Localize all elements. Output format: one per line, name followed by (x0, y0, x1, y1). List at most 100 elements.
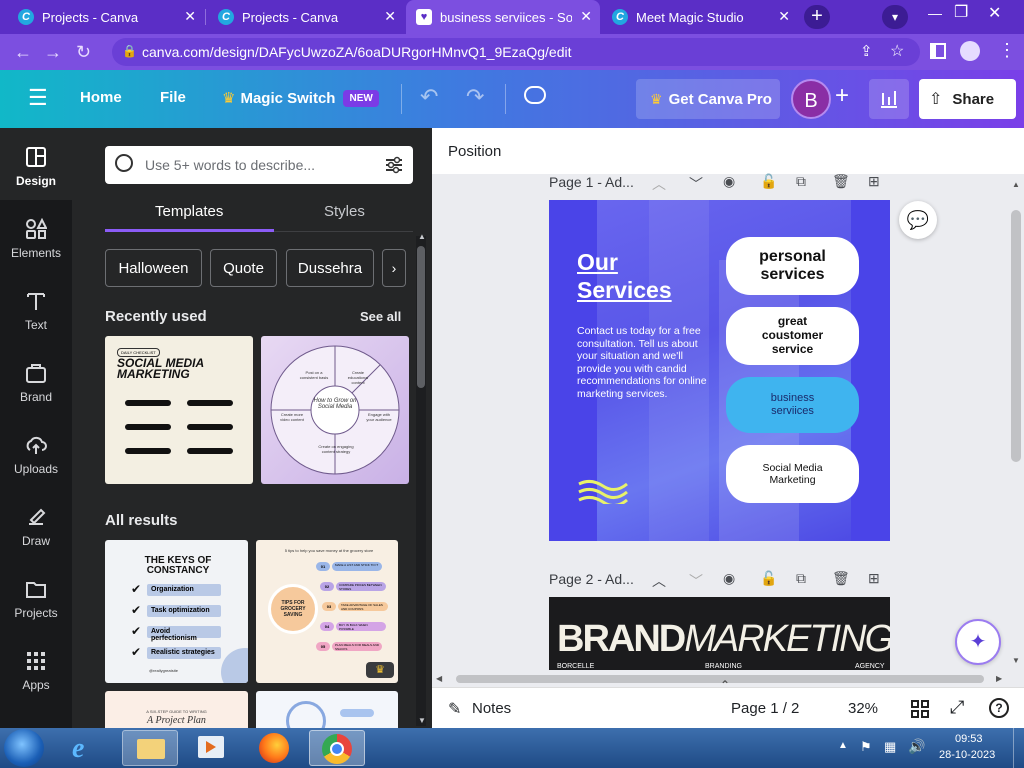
rail-item-elements[interactable]: Elements (0, 200, 72, 272)
browser-tab-active[interactable]: ♥ business serviices - Social ✕ (406, 0, 600, 34)
home-button[interactable]: Home (80, 89, 122, 106)
chip-quote[interactable]: Quote (210, 249, 277, 287)
clock-time[interactable]: 09:53 (955, 733, 983, 745)
bookmark-star-icon[interactable]: ☆ (890, 41, 904, 61)
show-hidden-icons-icon[interactable]: ▲ (838, 740, 848, 751)
restore-window-icon[interactable]: ❐ (954, 2, 968, 22)
pill-social-media-marketing[interactable]: Social Media Marketing (726, 445, 859, 503)
show-pages-chevron-icon[interactable]: ⌃ (720, 678, 730, 692)
design-page-2[interactable]: BRANDMARKETING BORCELLE BRANDING AGENCY (549, 597, 890, 670)
browser-tab[interactable]: C Meet Magic Studio ✕ (602, 0, 798, 34)
browser-tab[interactable]: C Projects - Canva ✕ (8, 0, 204, 34)
rail-item-design[interactable]: Design (0, 128, 72, 200)
redo-icon[interactable]: ↷ (466, 84, 484, 110)
page-down-chevron-icon[interactable]: ﹀ (689, 571, 703, 591)
grid-view-icon[interactable] (911, 700, 929, 718)
page-2-title[interactable]: Page 2 - Ad... (549, 571, 634, 587)
clock-date[interactable]: 28-10-2023 (939, 749, 995, 761)
profile-avatar-icon[interactable] (960, 41, 980, 61)
media-player-icon[interactable] (198, 736, 224, 758)
rail-item-text[interactable]: Text (0, 272, 72, 344)
undo-icon[interactable]: ↶ (420, 84, 438, 110)
notes-icon[interactable]: ✎ (448, 699, 461, 719)
action-center-icon[interactable]: ⚑ (860, 739, 872, 755)
rail-item-brand[interactable]: Brand (0, 344, 72, 416)
delete-page-icon[interactable]: 🗑 (832, 173, 850, 190)
volume-icon[interactable]: 🔊 (908, 738, 925, 755)
see-all-link[interactable]: See all (360, 309, 401, 324)
rail-item-draw[interactable]: Draw (0, 488, 72, 560)
rail-item-uploads[interactable]: Uploads (0, 416, 72, 488)
close-tab-icon[interactable]: ✕ (580, 8, 592, 25)
reload-icon[interactable]: ↻ (76, 43, 91, 61)
duplicate-page-icon[interactable]: ⧉ (796, 173, 806, 190)
pill-personal-services[interactable]: personal services (726, 237, 859, 295)
page-up-chevron-icon[interactable]: ︿ (652, 571, 666, 591)
new-tab-button[interactable]: + (804, 5, 830, 29)
canvas-vertical-scrollbar[interactable]: ▲ ▼ (1009, 180, 1023, 668)
file-menu-button[interactable]: File (160, 89, 186, 106)
back-arrow-icon[interactable]: ← (14, 43, 32, 61)
file-explorer-icon[interactable] (122, 730, 178, 766)
tab-search-chevron-icon[interactable]: ▾ (882, 5, 908, 29)
template-thumbnail-infographic[interactable] (256, 691, 398, 728)
scroll-up-icon[interactable]: ▲ (418, 232, 426, 241)
pill-customer-service[interactable]: great coustomer service (726, 307, 859, 365)
magic-switch-button[interactable]: ♛ Magic Switch NEW (222, 89, 379, 107)
delete-page-icon[interactable]: 🗑 (832, 570, 850, 587)
template-thumbnail-grocery-tips[interactable]: 5 tips to help you save money at the gro… (256, 540, 398, 683)
close-tab-icon[interactable]: ✕ (384, 8, 396, 25)
tab-styles[interactable]: Styles (324, 203, 365, 220)
template-thumbnail-keys-of-constancy[interactable]: THE KEYS OF CONSTANCY ✔ Organization ✔ T… (105, 540, 248, 683)
rail-item-projects[interactable]: Projects (0, 560, 72, 632)
internet-explorer-icon[interactable]: e (72, 733, 84, 765)
close-tab-icon[interactable]: ✕ (778, 8, 790, 25)
hide-page-eye-icon[interactable]: ◉ (723, 570, 735, 587)
minimize-window-icon[interactable]: — (928, 5, 942, 21)
user-avatar[interactable]: B (791, 79, 831, 119)
page-1-title[interactable]: Page 1 - Ad... (549, 174, 634, 190)
address-bar[interactable]: 🔒 canva.com/design/DAFycUwzoZA/6oaDURgor… (112, 38, 920, 66)
zoom-level[interactable]: 32% (848, 700, 878, 717)
magic-sparkle-icon[interactable]: ✦ (955, 619, 1001, 665)
tab-templates[interactable]: Templates (155, 203, 223, 220)
page-down-chevron-icon[interactable]: ﹀ (689, 174, 703, 194)
page-indicator[interactable]: Page 1 / 2 (731, 700, 799, 717)
hide-page-eye-icon[interactable]: ◉ (723, 173, 735, 190)
invite-plus-icon[interactable]: + (835, 82, 849, 110)
pill-business-services[interactable]: business serviices (726, 377, 859, 433)
duplicate-page-icon[interactable]: ⧉ (796, 570, 806, 587)
firefox-icon[interactable] (259, 733, 289, 763)
forward-arrow-icon[interactable]: → (44, 43, 62, 61)
chrome-icon[interactable] (309, 730, 365, 766)
get-canva-pro-button[interactable]: ♛ Get Canva Pro (636, 79, 780, 119)
chip-dussehra[interactable]: Dussehra (286, 249, 374, 287)
sidepanel-icon[interactable] (930, 43, 946, 59)
help-icon[interactable]: ? (989, 698, 1009, 718)
filter-sliders-icon[interactable] (385, 156, 403, 174)
scroll-down-icon[interactable]: ▼ (418, 716, 426, 725)
rail-item-apps[interactable]: Apps (0, 632, 72, 704)
network-icon[interactable]: ▦ (884, 739, 896, 755)
hamburger-menu-icon[interactable]: ☰ (28, 87, 48, 109)
browser-tab[interactable]: C Projects - Canva ✕ (208, 0, 404, 34)
position-button[interactable]: Position (448, 143, 501, 160)
close-window-icon[interactable]: ✕ (988, 3, 1001, 23)
close-tab-icon[interactable]: ✕ (184, 8, 196, 25)
panel-scrollbar-thumb[interactable] (417, 246, 425, 388)
share-page-icon[interactable]: ⇪ (860, 42, 873, 60)
template-search-input[interactable]: Use 5+ words to describe... (105, 146, 413, 184)
add-page-icon[interactable]: ⊞ (868, 173, 880, 190)
fullscreen-icon[interactable]: ⤢ (950, 697, 964, 718)
cloud-saved-icon[interactable] (524, 86, 546, 104)
start-button[interactable] (4, 729, 44, 767)
analytics-button[interactable] (869, 79, 909, 119)
lock-page-icon[interactable]: 🔓 (760, 173, 777, 190)
design-page-1[interactable]: Our Services Contact us today for a free… (549, 200, 890, 541)
notes-button[interactable]: Notes (472, 700, 511, 717)
template-thumbnail-grow-social[interactable]: How to Grow on Social Media Post on a co… (261, 336, 409, 484)
chip-scroll-right-icon[interactable]: › (382, 249, 406, 287)
lock-page-icon[interactable]: 🔓 (760, 570, 777, 587)
share-button[interactable]: ⇧ Share (919, 79, 1016, 119)
add-comment-icon[interactable]: 💬 (899, 201, 937, 239)
